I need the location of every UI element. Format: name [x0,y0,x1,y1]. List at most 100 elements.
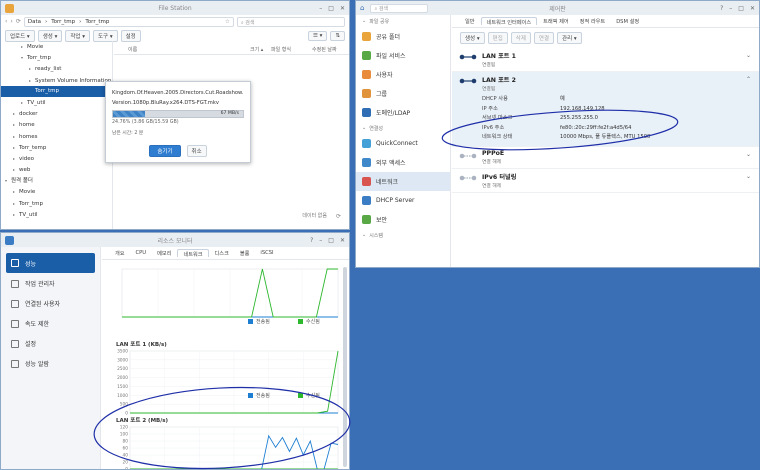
settings-button[interactable]: 설정 [120,30,141,42]
folder-tree-item[interactable]: ▸ homes [1,131,112,142]
close-icon[interactable]: ✕ [750,5,755,12]
interface-item[interactable]: LAN 포트 1 연결됨 ⌄ [452,48,759,72]
chevron-down-icon[interactable]: ⌄ [746,173,751,180]
sidebar-item[interactable]: 그룹 [356,84,450,103]
resource-sidebar-item[interactable]: 속도 제한 [1,314,100,333]
column-type[interactable]: 파일 형식 [271,46,291,53]
folder-tree-item[interactable]: ▸ video [1,153,112,164]
performance-tab[interactable]: iSCSI [255,249,278,257]
folder-tree-item[interactable]: ▾ Torr_tmp [1,52,112,63]
interface-item[interactable]: IPv6 터널링 연결 해제 ⌄ [452,169,759,193]
folder-tree-item[interactable]: ▸ ready_list [1,63,112,74]
minimize-icon[interactable]: – [319,237,322,244]
folder-tree-item[interactable]: ▸ TV_util [1,209,112,220]
folder-tree-item[interactable]: ▸ Movie [1,41,112,52]
folder-label: TV_util [19,211,38,218]
y-tick-label: 500 [120,402,128,408]
column-size[interactable]: 크기 ▴ [250,46,263,53]
resource-sidebar-item[interactable]: 작업 관리자 [1,274,100,293]
sidebar-item[interactable]: 보안 [356,210,450,229]
view-list-icon[interactable]: ☰ ▾ [307,31,328,41]
chevron-down-icon[interactable]: ⌄ [746,151,751,158]
control-panel-titlebar[interactable]: ⌂ ⌕ 검색 제어판 ? – □ ✕ [356,1,759,15]
column-modified[interactable]: 수정된 날짜 [312,46,337,53]
footer-refresh-icon[interactable]: ⟳ [336,213,341,220]
refresh-icon[interactable]: ⟳ [16,18,21,25]
resource-sidebar-item[interactable]: 연결된 사용자 [1,294,100,313]
resource-sidebar-item[interactable]: 성능 [6,253,95,273]
cancel-button[interactable]: 취소 [186,145,207,157]
sort-icon[interactable]: ⇅ [330,31,345,41]
resource-monitor-titlebar[interactable]: 리소스 모니터 ? – □ ✕ [1,233,349,247]
sidebar-section-header[interactable]: ⌄ 파일 공유 [356,15,450,27]
network-tab[interactable]: 트래픽 제어 [538,17,574,25]
network-tab[interactable]: 정적 라우트 [575,17,611,25]
sidebar-section-header[interactable]: ⌄ 연결성 [356,122,450,134]
folder-tree-item[interactable]: ▸ Movie [1,186,112,197]
network-action-button[interactable]: 연결 [533,32,555,44]
close-icon[interactable]: ✕ [340,237,345,244]
back-icon[interactable]: ‹ [5,18,7,25]
network-action-button[interactable]: 관리 ▾ [557,32,582,44]
folder-tree-item[interactable]: ▸ home [1,119,112,130]
sidebar-item[interactable]: 네트워크 [356,172,450,191]
folder-tree-item[interactable]: ▾ 원격 폴더 [1,175,112,186]
folder-tree-item[interactable]: ▸ Torr_tmp [1,198,112,209]
sidebar-item[interactable]: 공유 폴더 [356,27,450,46]
interface-item[interactable]: PPPoE 연결 해제 ⌄ [452,147,759,169]
minimize-icon[interactable]: – [319,5,322,12]
home-icon[interactable]: ⌂ [360,4,364,12]
performance-tab[interactable]: 메모리 [152,249,176,257]
path-segment[interactable]: Torr_tmp [85,19,109,25]
performance-tab[interactable]: 디스크 [210,249,234,257]
network-tab[interactable]: 네트워크 인터페이스 [480,17,538,26]
folder-tree-item[interactable]: ▸ System Volume Information [1,75,112,86]
close-icon[interactable]: ✕ [340,5,345,12]
resource-sidebar-item[interactable]: 설정 [1,334,100,353]
network-action-button[interactable]: 삭제 [510,32,531,44]
search-input[interactable]: ⌕ 검색 [236,16,345,27]
forward-icon[interactable]: › [10,18,12,25]
performance-tab[interactable]: 네트워크 [177,249,209,258]
help-icon[interactable]: ? [310,237,313,244]
chevron-down-icon[interactable]: ⌄ [746,52,751,59]
maximize-icon[interactable]: □ [738,5,744,12]
help-icon[interactable]: ? [720,5,723,12]
performance-tab[interactable]: CPU [131,249,152,257]
path-segment[interactable]: Data [28,19,41,25]
minimize-icon[interactable]: – [729,5,732,12]
control-panel-search[interactable]: ⌕ 검색 [370,3,429,13]
sidebar-item[interactable]: QuickConnect [356,134,450,153]
favorite-star-icon[interactable]: ☆ [225,19,230,25]
legend-swatch [298,319,303,324]
interface-item[interactable]: LAN 포트 2 연결됨 ⌃ DHCP 사용 예 IP 주소 192.168.149.128… [452,72,759,147]
file-station-titlebar[interactable]: File Station – □ ✕ [1,1,349,15]
folder-tree-item[interactable]: ▸ web [1,164,112,175]
sidebar-item[interactable]: 도메인/LDAP [356,103,450,122]
performance-tab[interactable]: 볼륨 [235,249,255,257]
sidebar-item[interactable]: 파일 서비스 [356,46,450,65]
column-name[interactable]: 이름 [128,46,137,53]
sidebar-section-header[interactable]: ⌄ 시스템 [356,229,450,241]
network-action-button[interactable]: 생성 ▾ [460,32,485,44]
performance-tab[interactable]: 개요 [110,249,130,257]
network-tab[interactable]: 일반 [460,17,480,25]
network-action-button[interactable]: 편집 [487,32,508,44]
folder-tree-item[interactable]: ▸ Torr_temp [1,142,112,153]
folder-tree-item[interactable]: ▸ TV_util [1,97,112,108]
resource-sidebar-item[interactable]: 성능 알람 [1,354,100,373]
path-bar[interactable]: Data › Torr_tmp › Torr_tmp ☆ [23,16,234,27]
sidebar-item[interactable]: DHCP Server [356,191,450,210]
vertical-scrollbar[interactable] [343,267,347,467]
maximize-icon[interactable]: □ [328,237,334,244]
sidebar-item-icon [362,70,371,79]
path-segment[interactable]: Torr_tmp [51,19,75,25]
network-tab[interactable]: DSM 설정 [611,17,644,25]
maximize-icon[interactable]: □ [328,5,334,12]
chevron-up-icon[interactable]: ⌃ [746,76,751,83]
folder-tree-item[interactable]: Torr_tmp [1,85,112,97]
hide-button[interactable]: 숨기기 [149,145,181,157]
folder-tree-item[interactable]: ▸ docker [1,108,112,119]
sidebar-item[interactable]: 외부 액세스 [356,153,450,172]
sidebar-item[interactable]: 사용자 [356,65,450,84]
